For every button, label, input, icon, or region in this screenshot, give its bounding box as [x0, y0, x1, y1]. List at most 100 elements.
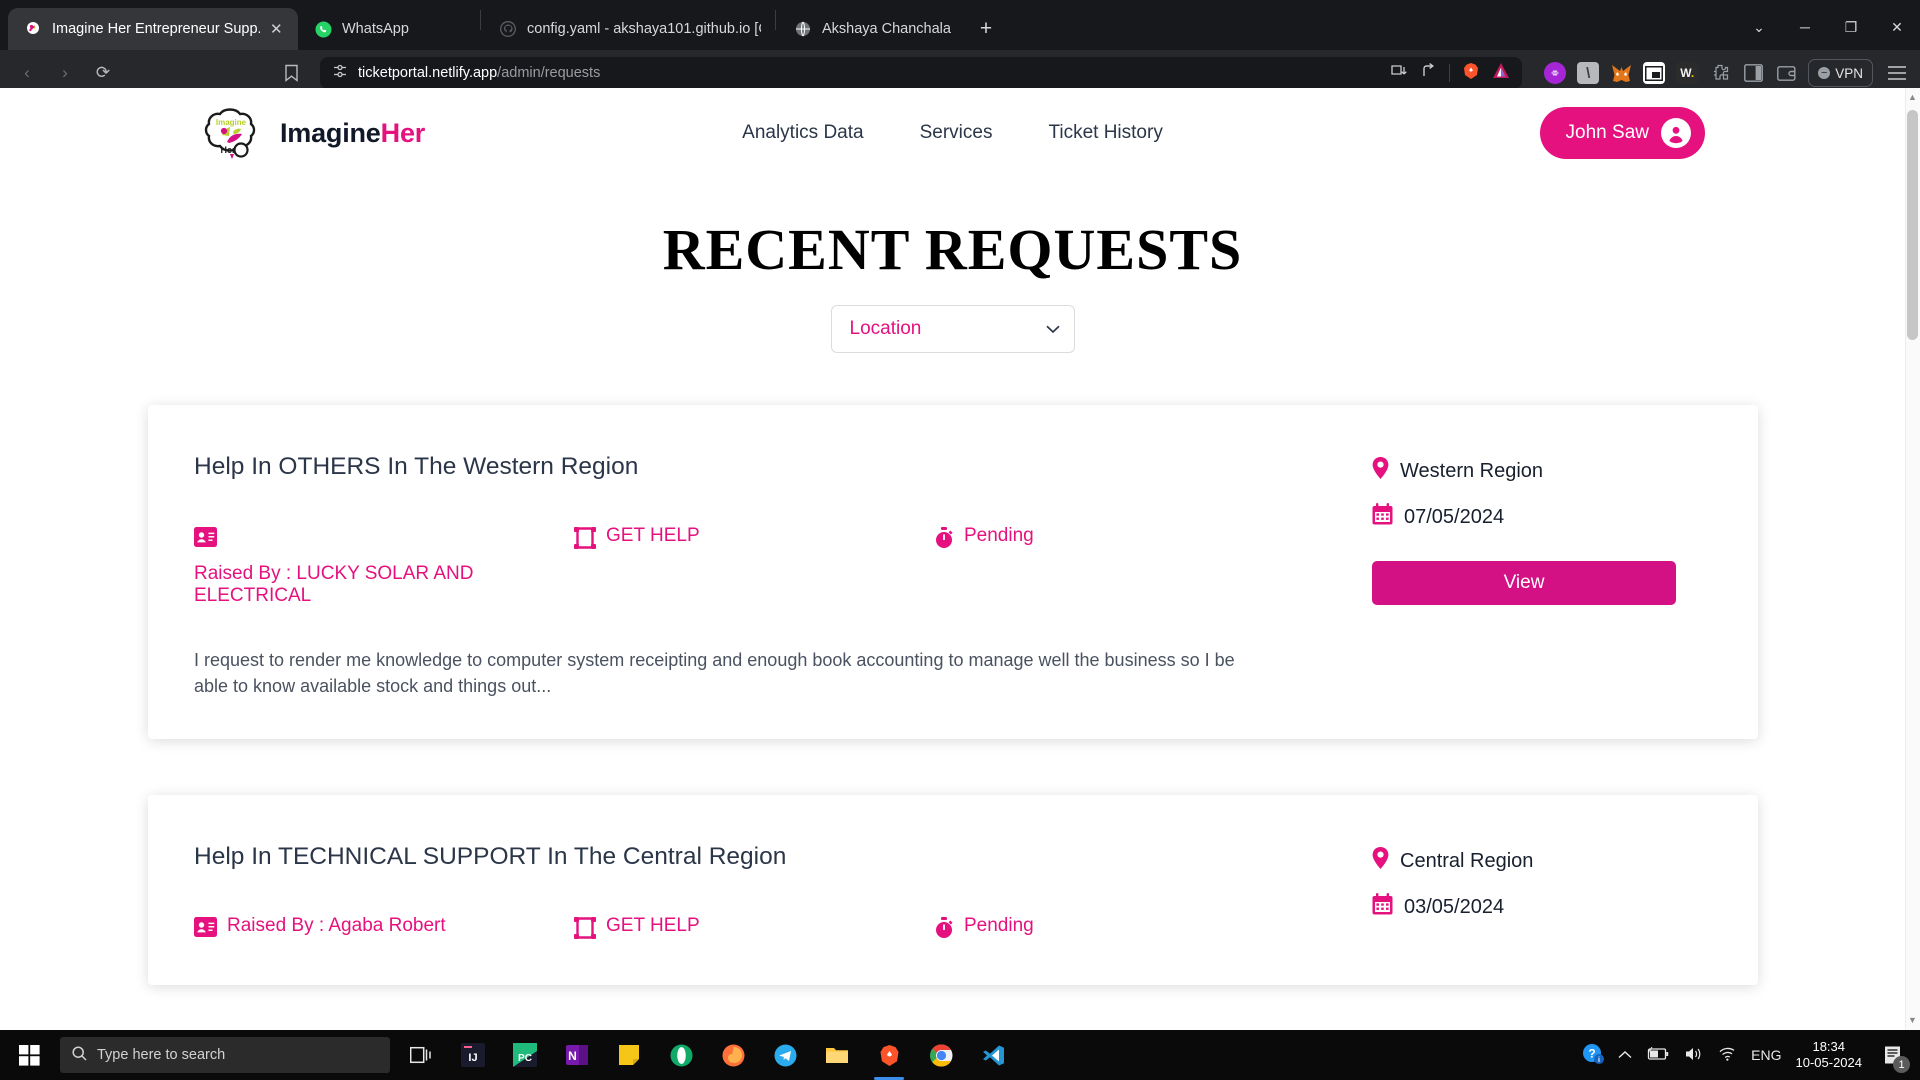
- close-icon[interactable]: ✕: [270, 22, 286, 37]
- tab-search-icon[interactable]: ⌄: [1736, 4, 1782, 50]
- intellij-idea-icon[interactable]: IJ: [456, 1035, 490, 1075]
- browser-tab-config-yaml[interactable]: config.yaml - akshaya101.github.io [C: [483, 8, 773, 50]
- request-category-label: GET HELP: [606, 915, 700, 937]
- extensions-tray: \ W. − VPN: [1534, 59, 1910, 87]
- request-title: Help In OTHERS In The Western Region: [194, 453, 639, 480]
- help-frame-icon: [574, 527, 596, 555]
- pycharm-icon[interactable]: PC: [508, 1035, 542, 1075]
- nav-link-analytics-data[interactable]: Analytics Data: [742, 122, 863, 144]
- browser-tab-whatsapp[interactable]: WhatsApp: [298, 8, 478, 50]
- stopwatch-icon: [934, 527, 954, 555]
- browser-tab-active[interactable]: Imagine Her Entrepreneur Supp... ✕: [8, 8, 298, 50]
- forward-icon[interactable]: ›: [48, 56, 82, 90]
- maximize-button[interactable]: ❐: [1828, 4, 1874, 50]
- lastpass-icon[interactable]: \: [1577, 62, 1600, 84]
- wappalyzer-icon[interactable]: W.: [1676, 62, 1699, 84]
- metamask-fox-icon[interactable]: [1610, 62, 1632, 84]
- user-avatar-icon: [1661, 118, 1691, 148]
- request-region: Western Region: [1372, 457, 1712, 485]
- share-icon[interactable]: [1420, 62, 1437, 84]
- back-icon[interactable]: ‹: [10, 56, 44, 90]
- brave-lion-icon[interactable]: [1462, 62, 1480, 85]
- chevron-down-icon: [1045, 322, 1060, 337]
- language-indicator[interactable]: ENG: [1751, 1047, 1781, 1063]
- calendar-icon: [1372, 893, 1393, 921]
- sticky-notes-icon[interactable]: [612, 1035, 646, 1075]
- puzzle-extensions-icon[interactable]: [1709, 62, 1731, 84]
- windows-start-icon[interactable]: [0, 1030, 58, 1080]
- help-question-icon[interactable]: ? i: [1582, 1043, 1605, 1068]
- request-region-label: Central Region: [1400, 849, 1534, 872]
- picture-in-picture-icon[interactable]: [1643, 62, 1666, 84]
- site-header: Imagine Her ImagineHer Analytics Data Se…: [0, 88, 1905, 178]
- close-window-button[interactable]: ✕: [1874, 4, 1920, 50]
- nav-link-ticket-history[interactable]: Ticket History: [1048, 122, 1162, 144]
- address-bar[interactable]: ticketportal.netlify.app/admin/requests: [320, 57, 1523, 89]
- save-icon[interactable]: [1390, 63, 1408, 84]
- tab-title: config.yaml - akshaya101.github.io [C: [527, 21, 761, 37]
- window-controls: ⌄ ─ ❐ ✕: [1736, 4, 1920, 50]
- request-card[interactable]: Help In OTHERS In The Western Region Rai…: [148, 405, 1758, 740]
- request-status: Pending: [934, 525, 1034, 555]
- onenote-icon[interactable]: N: [560, 1035, 594, 1075]
- notifications-icon[interactable]: 1: [1876, 1035, 1910, 1075]
- browser-tab-akshaya[interactable]: Akshaya Chanchala: [778, 8, 963, 50]
- chrome-icon[interactable]: [924, 1035, 958, 1075]
- view-request-button[interactable]: View: [1372, 561, 1676, 605]
- taskbar-clock[interactable]: 18:34 10-05-2024: [1796, 1039, 1863, 1072]
- web-page: Imagine Her ImagineHer Analytics Data Se…: [0, 88, 1905, 1030]
- scroll-up-arrow-icon[interactable]: ▲: [1907, 93, 1918, 102]
- clock-time: 18:34: [1812, 1038, 1846, 1054]
- windows-taskbar: Type here to search IJ PC N ? i ENG 18:3…: [0, 1030, 1920, 1080]
- new-tab-button[interactable]: +: [969, 12, 1003, 46]
- wallet-icon[interactable]: [1775, 62, 1797, 84]
- svg-text:PC: PC: [518, 1053, 532, 1064]
- battery-charging-icon[interactable]: [1646, 1046, 1670, 1064]
- vscode-icon[interactable]: [976, 1035, 1010, 1075]
- brand-name-second: Her: [380, 117, 426, 148]
- brave-browser-icon[interactable]: [872, 1035, 906, 1080]
- user-menu-button[interactable]: John Saw: [1539, 107, 1705, 159]
- opera-icon[interactable]: [664, 1035, 698, 1075]
- minimize-button[interactable]: ─: [1782, 4, 1828, 50]
- request-region-label: Western Region: [1400, 459, 1544, 482]
- location-select[interactable]: Location: [830, 305, 1075, 353]
- sidebar-toggle-icon[interactable]: [1742, 62, 1764, 84]
- file-explorer-icon[interactable]: [820, 1035, 854, 1075]
- map-pin-icon: [1372, 847, 1389, 875]
- scroll-down-arrow-icon[interactable]: ▼: [1907, 1016, 1918, 1025]
- request-card[interactable]: Help In TECHNICAL SUPPORT In The Central…: [148, 795, 1758, 986]
- telegram-icon[interactable]: [768, 1035, 802, 1075]
- metamask-purple-icon[interactable]: [1544, 62, 1567, 84]
- page-scrollbar[interactable]: ▲ ▼: [1905, 88, 1920, 1030]
- tab-title: Imagine Her Entrepreneur Supp...: [52, 21, 260, 37]
- scrollbar-thumb[interactable]: [1907, 110, 1918, 340]
- svg-text:Her: Her: [220, 145, 236, 155]
- system-tray: ? i ENG 18:34 10-05-2024 1: [1582, 1035, 1920, 1075]
- brand[interactable]: Imagine Her ImagineHer: [200, 102, 425, 164]
- tune-icon[interactable]: [332, 63, 348, 84]
- url-text: ticketportal.netlify.app/admin/requests: [358, 65, 600, 81]
- taskbar-search-input[interactable]: Type here to search: [60, 1037, 390, 1073]
- bookmark-icon[interactable]: [274, 56, 308, 90]
- url-path: /admin/requests: [497, 65, 601, 81]
- wifi-icon[interactable]: [1718, 1046, 1737, 1064]
- svg-text:i: i: [1598, 1057, 1600, 1064]
- brave-triangle-icon[interactable]: [1492, 62, 1510, 84]
- volume-icon[interactable]: [1684, 1046, 1704, 1065]
- whatsapp-icon: [314, 20, 332, 38]
- vpn-button[interactable]: − VPN: [1808, 59, 1873, 87]
- taskview-icon[interactable]: [404, 1035, 438, 1075]
- nav-link-services[interactable]: Services: [920, 122, 993, 144]
- request-status-label: Pending: [964, 525, 1034, 546]
- globe-icon: [794, 20, 812, 38]
- firefox-icon[interactable]: [716, 1035, 750, 1075]
- show-hidden-icons-icon[interactable]: [1618, 1048, 1632, 1063]
- user-name-label: John Saw: [1565, 122, 1649, 143]
- location-select-value: Location: [849, 318, 922, 339]
- map-pin-icon: [1372, 457, 1389, 485]
- request-date: 03/05/2024: [1372, 893, 1712, 921]
- reload-icon[interactable]: ⟳: [86, 56, 120, 90]
- calendar-icon: [1372, 503, 1393, 531]
- hamburger-menu-icon[interactable]: [1884, 62, 1910, 84]
